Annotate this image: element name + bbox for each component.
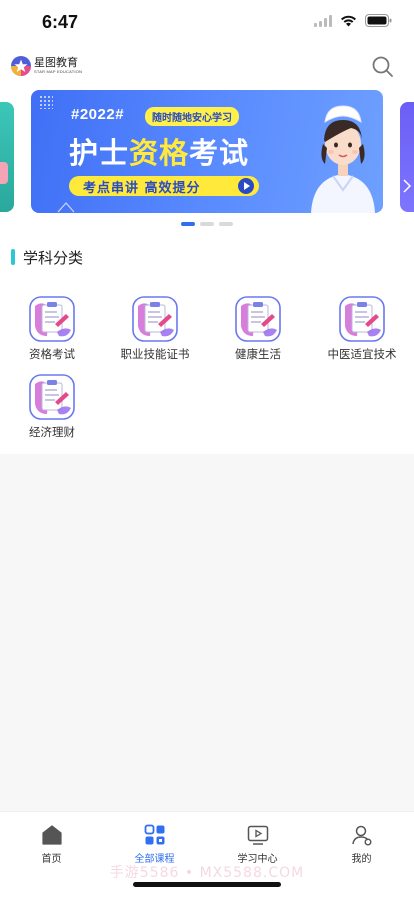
clipboard-icon — [29, 374, 75, 420]
banner-title-part2: 考试 — [189, 136, 250, 170]
category-grid: 资格考试 职业技能证书 健康生活 中医适宜技术 经济理财 — [0, 280, 414, 454]
grid-icon — [144, 824, 164, 845]
battery-icon — [365, 14, 392, 27]
carousel-dot-active[interactable] — [181, 222, 195, 226]
banner-cta-label: 考点串讲 高效提分 — [83, 180, 201, 196]
user-icon — [351, 825, 371, 846]
banner-title: 护士资格考试 — [69, 130, 249, 172]
section-title: 学科分类 — [23, 249, 84, 267]
triangle-decoration-icon — [57, 202, 75, 213]
section-header: 学科分类 — [0, 240, 414, 280]
banner-pill: 随时随地安心学习 — [145, 107, 239, 126]
banner-year-tag: #2022# — [71, 106, 125, 123]
category-item-vocational[interactable]: 职业技能证书 — [103, 280, 207, 362]
brand-subtitle: STAR MAP EDUCATION — [34, 69, 83, 74]
nurse-illustration — [311, 105, 375, 213]
banner-peek-right[interactable] — [400, 102, 414, 212]
carousel-dot[interactable] — [219, 222, 233, 226]
category-item-tcm[interactable]: 中医适宜技术 — [310, 280, 414, 362]
clipboard-icon — [235, 296, 281, 342]
banner-title-part1: 护士 — [69, 136, 130, 170]
home-indicator[interactable] — [133, 882, 281, 887]
category-item-health[interactable]: 健康生活 — [206, 280, 310, 362]
section-accent-bar — [11, 249, 15, 265]
tab-mine[interactable]: 我的 — [310, 824, 413, 865]
carousel-dot[interactable] — [200, 222, 214, 226]
status-time: 6:47 — [42, 12, 79, 32]
banner-title-highlight: 资格 — [129, 136, 190, 170]
home-icon — [41, 825, 62, 845]
search-icon[interactable] — [370, 54, 396, 80]
tab-home[interactable]: 首页 — [0, 824, 103, 865]
category-item-finance[interactable]: 经济理财 — [0, 358, 104, 440]
play-icon — [238, 178, 254, 194]
category-label: 中医适宜技术 — [327, 347, 397, 361]
banner-carousel[interactable]: #2022# 随时随地安心学习 护士资格考试 考点串讲 高效提分 — [0, 90, 414, 240]
tab-all-courses[interactable]: 全部课程 — [103, 824, 206, 865]
category-label: 健康生活 — [235, 347, 281, 361]
status-bar: 6:47 — [0, 0, 414, 46]
banner-slide[interactable]: #2022# 随时随地安心学习 护士资格考试 考点串讲 高效提分 — [31, 90, 383, 213]
chevron-right-icon — [403, 179, 412, 193]
watermark: 手游5586 • MX5588.COM — [109, 865, 305, 881]
category-label: 职业技能证书 — [120, 347, 190, 361]
clipboard-icon — [339, 296, 385, 342]
dot-pattern-decoration — [39, 95, 53, 109]
clipboard-icon — [29, 296, 75, 342]
wifi-icon — [341, 15, 356, 26]
tab-study-center[interactable]: 学习中心 — [206, 824, 309, 865]
brand-name: 星图教育 — [34, 56, 78, 69]
video-icon — [247, 825, 268, 845]
star-logo-icon — [11, 56, 31, 76]
status-icons — [314, 14, 392, 27]
banner-cta-button[interactable]: 考点串讲 高效提分 — [69, 176, 259, 196]
app-header: 星图教育 STAR MAP EDUCATION — [0, 46, 414, 90]
category-label: 经济理财 — [29, 425, 75, 439]
banner-peek-left[interactable] — [0, 102, 14, 212]
signal-icon — [314, 14, 332, 27]
brand: 星图教育 STAR MAP EDUCATION — [11, 56, 82, 76]
category-item-qualification[interactable]: 资格考试 — [0, 280, 104, 362]
carousel-indicator — [0, 222, 414, 226]
clipboard-icon — [132, 296, 178, 342]
